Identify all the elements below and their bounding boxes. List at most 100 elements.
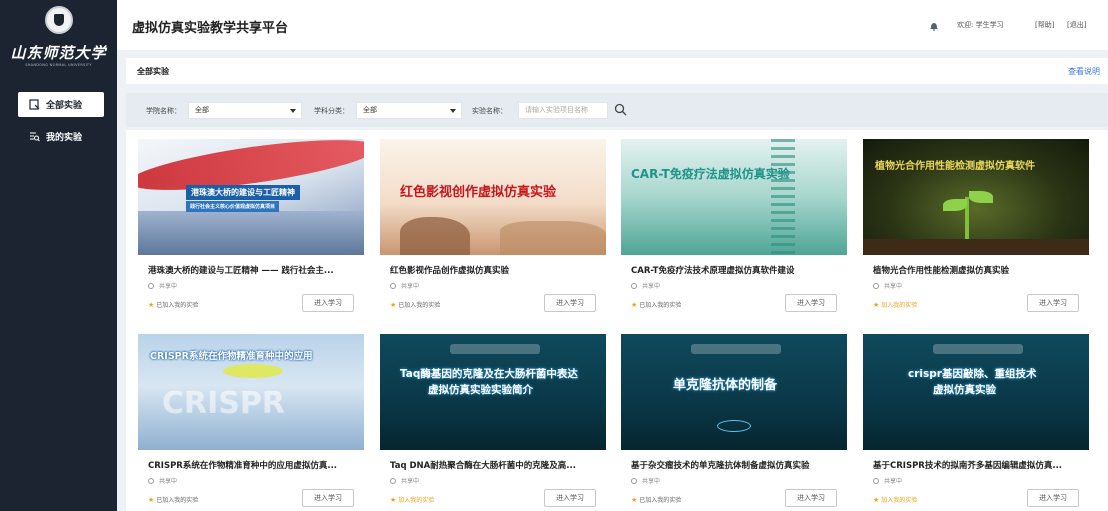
university-logo-name: 山东师范大学 (10, 44, 107, 62)
bell-icon[interactable] (929, 21, 939, 31)
chevron-down-icon (290, 109, 296, 113)
experiment-thumbnail[interactable]: 港珠澳大桥的建设与工匠精神 践行社会主义核心价值观虚拟仿真项目 (138, 139, 364, 255)
experiment-thumbnail[interactable]: CRISPR系统在作物精准育种中的应用 CRISPR (138, 334, 364, 450)
experiment-card: 红色影视创作虚拟仿真实验 红色影视作品创作虚拟仿真实验 共享中 ★ 已加入我的实验… (380, 139, 606, 325)
share-status: 共享中 (873, 281, 902, 290)
university-emblem-icon (45, 6, 73, 34)
experiment-thumbnail[interactable]: Taq酶基因的克隆及在大肠杆菌中表达 虚拟仿真实验实验简介 (380, 334, 606, 450)
page-title: 虚拟仿真实验教学共享平台 (132, 21, 289, 36)
star-icon: ★ (148, 495, 155, 504)
top-header: 虚拟仿真实验教学共享平台 欢迎: 学生学习 [帮助] [退出] (117, 0, 1108, 50)
star-icon: ★ (148, 300, 155, 309)
join-experiment-link[interactable]: ★ 加入我的实验 (873, 495, 917, 505)
section-title: 全部实验 (137, 67, 169, 76)
experiment-name-input[interactable]: 请输入实验项目名称 (518, 102, 608, 119)
search-doc-icon (27, 131, 41, 142)
share-status: 共享中 (390, 281, 419, 290)
enter-study-button[interactable]: 进入学习 (302, 294, 354, 312)
university-logo-subtitle: SHANDONG NORMAL UNIVERSITY (25, 63, 92, 67)
joined-badge: ★ 已加入我的实验 (631, 495, 682, 505)
thumbnail-caption: 虚拟仿真实验实验简介 (428, 384, 533, 396)
experiment-title[interactable]: 基于CRISPR技术的拟南芥多基因编辑虚拟仿真... (873, 459, 1083, 471)
experiment-title[interactable]: 红色影视作品创作虚拟仿真实验 (390, 264, 600, 276)
star-icon: ★ (390, 495, 397, 504)
experiment-card: CRISPR系统在作物精准育种中的应用 CRISPR CRISPR系统在作物精准… (138, 334, 364, 511)
share-status: 共享中 (873, 476, 902, 485)
experiment-thumbnail[interactable]: crispr基因敲除、重组技术 虚拟仿真实验 (863, 334, 1089, 450)
enter-study-button[interactable]: 进入学习 (1027, 294, 1079, 312)
thumbnail-caption: 虚拟仿真实验 (933, 384, 996, 396)
clock-icon (873, 477, 879, 484)
clock-icon (873, 282, 879, 289)
clock-icon (148, 282, 154, 289)
experiment-title[interactable]: Taq DNA耐热聚合酶在大肠杆菌中的克隆及高... (390, 459, 600, 471)
experiment-title[interactable]: 植物光合作用性能检测虚拟仿真实验 (873, 264, 1083, 276)
joined-badge: ★ 已加入我的实验 (390, 300, 441, 310)
share-status: 共享中 (631, 281, 660, 290)
college-select[interactable]: 全部 (188, 102, 302, 119)
share-status: 共享中 (390, 476, 419, 485)
experiment-thumbnail[interactable]: CAR-T免疫疗法虚拟仿真实验 (621, 139, 847, 255)
share-status: 共享中 (148, 281, 177, 290)
clock-icon (631, 282, 637, 289)
star-icon: ★ (873, 300, 880, 309)
search-icon[interactable] (614, 103, 627, 116)
enter-study-button[interactable]: 进入学习 (544, 294, 596, 312)
enter-study-button[interactable]: 进入学习 (785, 294, 837, 312)
experiment-card: 港珠澳大桥的建设与工匠精神 践行社会主义核心价值观虚拟仿真项目 港珠澳大桥的建设… (138, 139, 364, 325)
logout-link[interactable]: [退出] (1067, 20, 1086, 30)
subject-select-value: 全部 (363, 106, 377, 114)
thumbnail-caption: 植物光合作用性能检测虚拟仿真软件 (875, 161, 1035, 172)
joined-badge: ★ 已加入我的实验 (631, 300, 682, 310)
experiment-title[interactable]: CAR-T免疫疗法技术原理虚拟仿真软件建设 (631, 264, 841, 276)
thumbnail-caption: CRISPR系统在作物精准育种中的应用 (150, 351, 313, 362)
experiment-card: 植物光合作用性能检测虚拟仿真软件 植物光合作用性能检测虚拟仿真实验 共享中 ★ 加… (863, 139, 1089, 325)
experiment-card: Taq酶基因的克隆及在大肠杆菌中表达 虚拟仿真实验实验简介 Taq DNA耐热聚… (380, 334, 606, 511)
clock-icon (148, 477, 154, 484)
joined-badge: ★ 已加入我的实验 (148, 495, 199, 505)
subject-filter-label: 学科分类： (314, 107, 349, 115)
thumbnail-caption: crispr基因敲除、重组技术 (908, 368, 1037, 380)
experiment-thumbnail[interactable]: 红色影视创作虚拟仿真实验 (380, 139, 606, 255)
experiment-card: 单克隆抗体的制备 基于杂交瘤技术的单克隆抗体制备虚拟仿真实验 共享中 ★ 已加入我… (621, 334, 847, 511)
help-link[interactable]: [帮助] (1035, 20, 1054, 30)
share-status: 共享中 (631, 476, 660, 485)
experiment-name-label: 实验名称： (472, 107, 507, 115)
chevron-down-icon (450, 109, 456, 113)
experiment-title[interactable]: 港珠澳大桥的建设与工匠精神 —— 践行社会主... (148, 264, 358, 276)
experiment-title[interactable]: 基于杂交瘤技术的单克隆抗体制备虚拟仿真实验 (631, 459, 841, 471)
experiment-title[interactable]: CRISPR系统在作物精准育种中的应用虚拟仿真... (148, 459, 358, 471)
clock-icon (390, 477, 396, 484)
college-select-value: 全部 (195, 106, 209, 114)
join-experiment-link[interactable]: ★ 加入我的实验 (390, 495, 434, 505)
thumbnail-caption: 践行社会主义核心价值观虚拟仿真项目 (186, 201, 280, 212)
nav-item-label: 全部实验 (46, 101, 83, 111)
thumbnail-caption: 港珠澳大桥的建设与工匠精神 (186, 185, 300, 200)
join-experiment-link[interactable]: ★ 加入我的实验 (873, 300, 917, 310)
college-filter-label: 学院名称： (146, 107, 181, 115)
view-help-link[interactable]: 查看说明 (1068, 66, 1100, 77)
experiment-thumbnail[interactable]: 植物光合作用性能检测虚拟仿真软件 (863, 139, 1089, 255)
filter-bar: 学院名称： 全部 学科分类： 全部 实验名称： 请输入实验项目名称 (126, 93, 1108, 127)
subject-select[interactable]: 全部 (356, 102, 462, 119)
enter-study-button[interactable]: 进入学习 (1027, 489, 1079, 507)
nav-item-label: 我的实验 (46, 133, 83, 143)
star-icon: ★ (631, 495, 638, 504)
star-icon: ★ (631, 300, 638, 309)
section-header: 全部实验 查看说明 (126, 58, 1108, 84)
welcome-user-text: 欢迎: 学生学习 (957, 21, 1004, 29)
nav-item-all-experiments[interactable]: 全部实验 (18, 92, 104, 117)
thumbnail-caption: Taq酶基因的克隆及在大肠杆菌中表达 (400, 368, 578, 380)
sidebar: 山东师范大学 SHANDONG NORMAL UNIVERSITY 全部实验 我… (0, 0, 117, 511)
star-icon: ★ (390, 300, 397, 309)
experiment-thumbnail[interactable]: 单克隆抗体的制备 (621, 334, 847, 450)
enter-study-button[interactable]: 进入学习 (785, 489, 837, 507)
star-icon: ★ (873, 495, 880, 504)
clock-icon (390, 282, 396, 289)
enter-study-button[interactable]: 进入学习 (544, 489, 596, 507)
thumbnail-caption: CRISPR (162, 386, 285, 421)
nav-item-my-experiments[interactable]: 我的实验 (18, 124, 104, 149)
experiment-card: crispr基因敲除、重组技术 虚拟仿真实验 基于CRISPR技术的拟南芥多基因… (863, 334, 1089, 511)
joined-badge: ★ 已加入我的实验 (148, 300, 199, 310)
enter-study-button[interactable]: 进入学习 (302, 489, 354, 507)
